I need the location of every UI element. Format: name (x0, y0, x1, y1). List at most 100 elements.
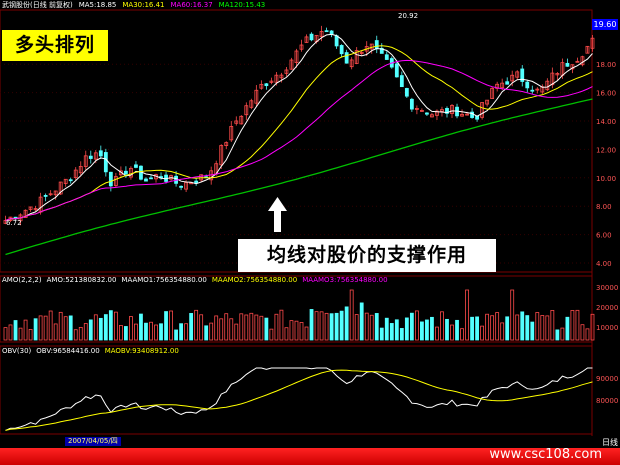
volume-bar (540, 315, 545, 341)
volume-bar (259, 315, 264, 341)
maobv-line (5, 369, 593, 431)
volume-bar (369, 314, 374, 341)
volume-bar (495, 312, 500, 341)
ma-support-callout: 均线对股价的支撑作用 (238, 239, 496, 272)
brand-url: www.csc108.com (489, 447, 602, 462)
volume-bar (234, 323, 239, 341)
volume-bar (304, 326, 309, 341)
volume-bar (515, 314, 520, 341)
volume-bar (48, 310, 53, 341)
up-arrow (268, 197, 287, 232)
candle-body (374, 40, 379, 50)
volume-bar (505, 316, 510, 341)
volume-bar (58, 311, 63, 341)
volume-bar (139, 313, 143, 341)
volume-bar (174, 329, 178, 341)
obv-name: OBV(30) (2, 347, 32, 355)
volume-bar (364, 312, 369, 341)
candle-body (530, 89, 535, 92)
volume-bar (164, 311, 168, 341)
volume-bar (324, 312, 329, 341)
candle-body (98, 150, 103, 157)
volume-bar (68, 315, 73, 341)
maobv-value: MAOBV:93408912.00 (104, 347, 179, 355)
maamo3-value: MAAMO3:756354880.00 (302, 276, 388, 284)
volume-bar (214, 315, 219, 341)
volume-bar (13, 320, 18, 341)
volume-bar (219, 318, 224, 341)
volume-bar (550, 310, 555, 341)
volume-bar (394, 319, 399, 341)
candle-body (344, 52, 349, 64)
volume-bar (490, 315, 495, 341)
volume-bar (3, 327, 8, 341)
volume-bar (113, 311, 118, 341)
candle-body (394, 63, 399, 78)
volume-bar (510, 289, 515, 341)
volume-bar (149, 321, 153, 341)
volume-bar (299, 322, 304, 341)
volume-bar (384, 317, 389, 341)
ma5-line (5, 33, 593, 221)
price-axis-tick: 14.00 (596, 118, 616, 126)
volume-bar (83, 323, 88, 341)
candle-body (134, 164, 138, 168)
volume-indicator-header: AMO(2,2,2) AMO:521380832.00 MAAMO1:75635… (2, 276, 388, 285)
ma60-line (5, 59, 593, 221)
candle-body (339, 45, 344, 55)
volume-bar (530, 321, 535, 341)
volume-bar (465, 289, 469, 341)
stock-title: 武钢股份(日线 前复权) (2, 1, 73, 9)
volume-bar (440, 311, 444, 341)
volume-bar (249, 312, 254, 341)
ma5-value: MA5:18.85 (78, 1, 117, 9)
volume-bar (264, 317, 269, 341)
price-axis-tick: 12.00 (596, 146, 616, 154)
volume-bar (435, 326, 439, 341)
volume-bar (389, 323, 394, 341)
price-axis-tick: 16.00 (596, 90, 616, 98)
chart-canvas[interactable]: 18.00 16.00 14.00 12.00 10.00 8.00 6.00 4.00 300… (0, 0, 620, 465)
volume-bar (53, 323, 58, 341)
volume-bar (309, 309, 314, 341)
volume-bar (445, 318, 449, 341)
volume-bar (374, 313, 379, 341)
volume-bar (98, 317, 103, 341)
volume-bar (289, 320, 294, 341)
volume-bar (580, 324, 585, 341)
obv-value: OBV:96584416.00 (36, 347, 100, 355)
volume-bar (425, 319, 429, 341)
volume-bar (189, 313, 194, 341)
volume-bar (570, 310, 575, 341)
volume-bar (284, 327, 289, 341)
candle-body (43, 195, 48, 197)
obv-axis-tick: 80000 (596, 397, 618, 405)
volume-bar (575, 309, 580, 341)
volume-bar (420, 321, 424, 341)
candle-body (384, 54, 389, 60)
volume-bar (169, 310, 173, 341)
volume-bar (78, 327, 83, 341)
candle-body (409, 98, 414, 110)
price-axis-tick: 8.00 (596, 203, 612, 211)
volume-bar (28, 329, 33, 341)
volume-bar (430, 316, 434, 341)
volume-bar (179, 323, 183, 341)
candle-body (425, 112, 429, 115)
candle-body (179, 185, 183, 188)
volume-bar (23, 319, 28, 341)
period-tab[interactable]: 日线 (602, 437, 618, 448)
volume-bars (3, 289, 595, 341)
volume-bar (535, 312, 540, 341)
volume-bar (520, 311, 525, 341)
volume-bar (159, 323, 163, 341)
volume-bar (294, 320, 299, 341)
amo-value: AMO:521380832.00 (46, 276, 117, 284)
volume-bar (229, 318, 234, 341)
volume-bar (339, 310, 344, 341)
volume-bar (8, 324, 13, 341)
volume-bar (274, 313, 279, 341)
volume-bar (414, 310, 419, 341)
candle-body (264, 83, 269, 87)
candle-body (108, 171, 113, 187)
